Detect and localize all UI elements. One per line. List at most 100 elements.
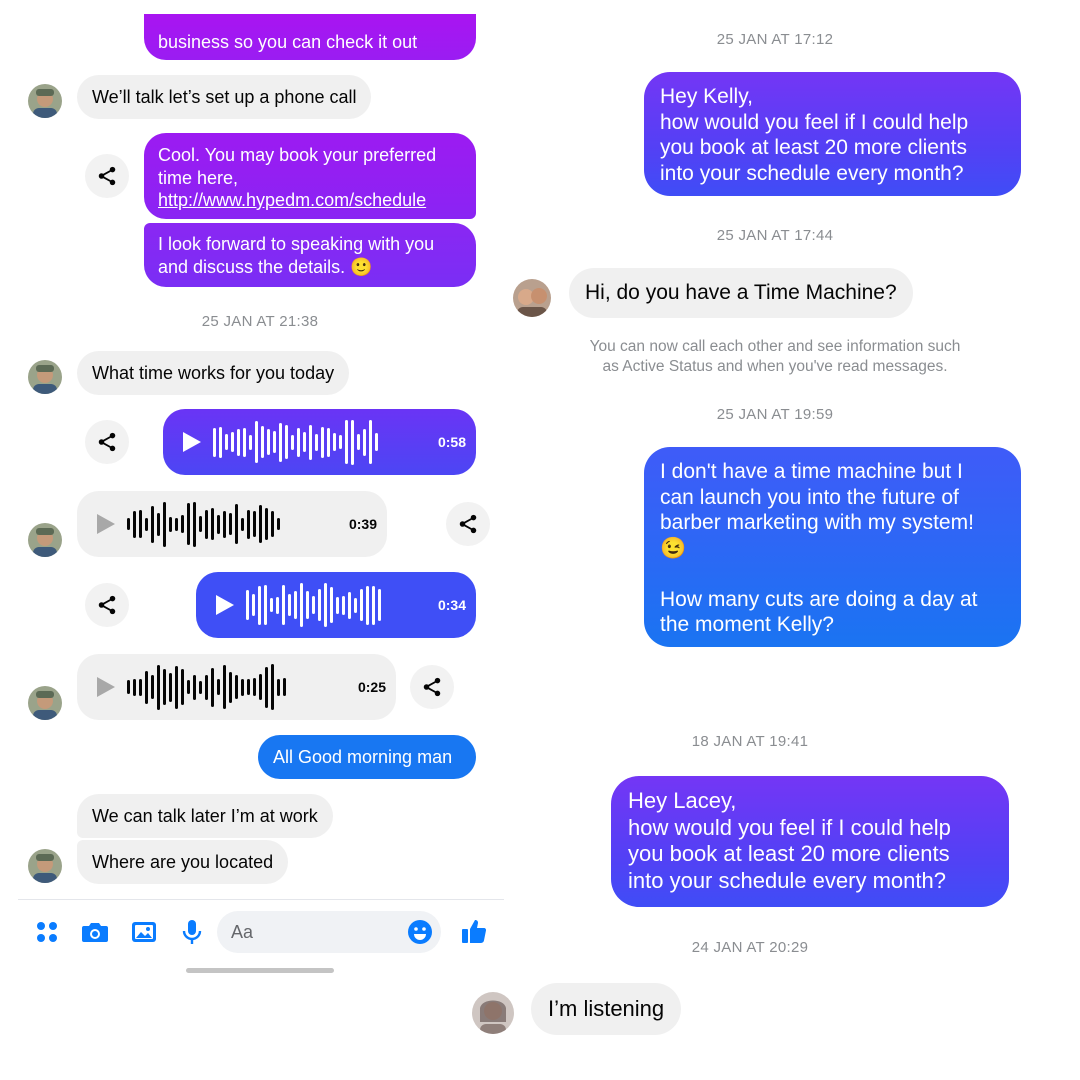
contact-avatar[interactable] (28, 686, 62, 720)
voice-message-incoming[interactable]: 0:25 (77, 654, 396, 720)
waveform-bar (217, 514, 220, 534)
share-icon (98, 166, 116, 186)
waveform-bar (247, 679, 250, 695)
waveform-bar (151, 675, 154, 699)
message-text: the moment Kelly? (660, 613, 834, 636)
waveform-bar (169, 672, 172, 702)
waveform-bar (297, 427, 300, 457)
voice-message-outgoing[interactable]: 0:34 (196, 572, 476, 638)
message-bubble-outgoing[interactable]: I look forward to speaking with you and … (144, 223, 476, 287)
play-icon[interactable] (97, 514, 115, 534)
message-input[interactable]: Aa (217, 911, 441, 953)
message-bubble-incoming[interactable]: I’m listening (531, 983, 682, 1035)
waveform-bar (318, 589, 321, 621)
message-text: I look forward to speaking with you (158, 234, 435, 254)
camera-button[interactable] (80, 918, 110, 946)
waveform[interactable] (127, 491, 280, 557)
waveform-bar (211, 508, 214, 540)
waveform-bar (351, 419, 354, 465)
message-bubble-outgoing[interactable]: business so you can check it out (144, 14, 476, 60)
message-bubble-outgoing[interactable]: Hey Lacey, how would you feel if I could… (611, 776, 1009, 907)
waveform-bar (169, 516, 172, 532)
share-button[interactable] (446, 502, 490, 546)
waveform-bar (270, 598, 273, 612)
timestamp: 24 JAN AT 20:29 (691, 939, 809, 956)
message-text: Cool. You may book your preferred (158, 145, 437, 165)
waveform[interactable] (127, 654, 286, 720)
message-text: All Good morning man (273, 747, 453, 767)
play-icon[interactable] (183, 432, 201, 452)
waveform-bar (187, 503, 190, 545)
waveform[interactable] (213, 409, 378, 475)
waveform-bar (133, 510, 136, 538)
waveform-bar (258, 585, 261, 625)
gallery-button[interactable] (129, 918, 159, 946)
waveform-bar (175, 517, 178, 531)
play-icon[interactable] (97, 677, 115, 697)
mic-button[interactable] (178, 918, 206, 946)
waveform-bar (279, 422, 282, 462)
apps-button[interactable] (33, 918, 61, 946)
contact-avatar[interactable] (28, 360, 62, 394)
waveform-bar (127, 680, 130, 694)
contact-avatar[interactable] (472, 992, 514, 1034)
message-text: can launch you into the future of (660, 485, 959, 509)
play-icon[interactable] (216, 595, 234, 615)
waveform[interactable] (246, 572, 381, 638)
contact-avatar[interactable] (28, 84, 62, 118)
contact-avatar[interactable] (28, 523, 62, 557)
like-button[interactable] (459, 916, 489, 946)
waveform-bar (127, 518, 130, 530)
waveform-bar (163, 669, 166, 705)
message-text: time here, (158, 167, 239, 188)
voice-duration: 0:39 (348, 516, 377, 532)
system-notice: You can now call each other and see info… (560, 337, 990, 377)
waveform-bar (271, 511, 274, 537)
message-text: Hey Kelly, (660, 85, 753, 108)
message-bubble-outgoing[interactable]: Cool. You may book your preferred time h… (144, 133, 476, 219)
waveform-bar (157, 664, 160, 710)
waveform-bar (378, 589, 381, 621)
message-bubble-outgoing[interactable]: All Good morning man (258, 735, 476, 779)
voice-duration: 0:58 (437, 434, 466, 450)
contact-avatar[interactable] (28, 849, 62, 883)
emoji-icon (408, 920, 432, 944)
waveform-bar (235, 675, 238, 699)
emoji-wink: 😉 (660, 536, 687, 560)
message-bubble-incoming[interactable]: What time works for you today (77, 351, 350, 395)
contact-avatar[interactable] (513, 279, 551, 317)
waveform-bar (291, 434, 294, 450)
waveform-bar (181, 515, 184, 533)
waveform-bar (163, 501, 166, 547)
waveform-bar (151, 505, 154, 543)
share-button[interactable] (85, 583, 129, 627)
message-bubble-incoming[interactable]: Hi, do you have a Time Machine? (569, 268, 913, 318)
share-button[interactable] (85, 154, 129, 198)
share-button[interactable] (410, 665, 454, 709)
message-text: Hey Lacey, (628, 788, 737, 813)
waveform-bar (249, 434, 252, 450)
schedule-link[interactable]: http://www.hypedm.com/schedule (158, 190, 426, 210)
message-text: Hi, do you have a Time Machine? (585, 281, 897, 304)
share-icon (423, 677, 441, 697)
message-text: how would you feel if I could help (660, 110, 969, 134)
message-bubble-outgoing[interactable]: I don't have a time machine but I can la… (644, 447, 1021, 647)
waveform-bar (264, 585, 267, 625)
voice-message-outgoing[interactable]: 0:58 (163, 409, 476, 475)
voice-message-incoming[interactable]: 0:39 (77, 491, 387, 557)
timestamp: 25 JAN AT 17:12 (716, 31, 834, 48)
waveform-bar (321, 426, 324, 458)
emoji-button[interactable] (407, 919, 433, 945)
share-button[interactable] (85, 420, 129, 464)
message-bubble-outgoing[interactable]: Hey Kelly, how would you feel if I could… (644, 72, 1021, 196)
waveform-bar (145, 670, 148, 704)
message-bubble-incoming[interactable]: Where are you located (77, 840, 289, 884)
waveform-bar (363, 428, 366, 456)
voice-duration: 0:25 (357, 679, 386, 695)
waveform-bar (267, 429, 270, 455)
message-bubble-incoming[interactable]: We can talk later I’m at work (77, 794, 333, 838)
message-bubble-incoming[interactable]: We’ll talk let’s set up a phone call (77, 75, 372, 119)
waveform-bar (372, 585, 375, 625)
waveform-bar (157, 512, 160, 536)
composer-divider (18, 899, 504, 900)
